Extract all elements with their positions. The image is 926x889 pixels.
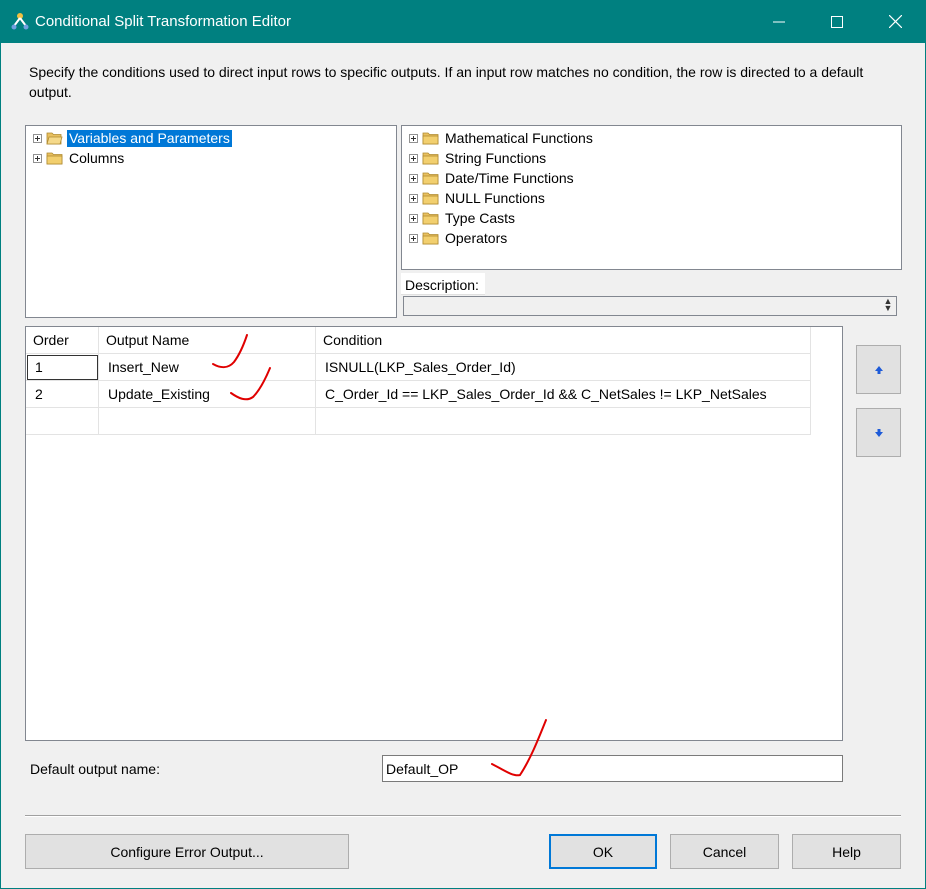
tree-item-label: String Functions: [445, 149, 547, 166]
minimize-icon: [773, 21, 785, 22]
grid-header-row: Order Output Name Condition: [26, 327, 811, 354]
cell-order[interactable]: 2: [26, 380, 99, 408]
move-up-button[interactable]: [856, 345, 901, 394]
tree-item-operators[interactable]: Operators: [409, 229, 509, 247]
plus-expander-icon[interactable]: [409, 213, 418, 223]
default-output-input[interactable]: [382, 755, 843, 782]
folder-icon: [422, 212, 439, 225]
description-label: Description:: [401, 273, 485, 295]
conditional-split-icon: [11, 13, 29, 30]
tree-item-label: Date/Time Functions: [445, 169, 574, 186]
plus-expander-icon[interactable]: [409, 233, 418, 243]
arrow-up-icon: [874, 365, 883, 374]
close-button[interactable]: [866, 0, 924, 43]
folder-icon: [46, 152, 63, 165]
plus-expander-icon[interactable]: [33, 133, 42, 143]
cell-condition[interactable]: ISNULL(LKP_Sales_Order_Id): [315, 353, 811, 381]
move-down-button[interactable]: [856, 408, 901, 457]
window-frame-left: [0, 43, 1, 889]
table-row[interactable]: 1 Insert_New ISNULL(LKP_Sales_Order_Id): [26, 353, 811, 381]
tree-item-mathematical-functions[interactable]: Mathematical Functions: [409, 129, 595, 147]
plus-expander-icon[interactable]: [409, 153, 418, 163]
cell-output-name[interactable]: Update_Existing: [98, 380, 316, 408]
tree-item-type-casts[interactable]: Type Casts: [409, 209, 517, 227]
instructions-text: Specify the conditions used to direct in…: [29, 64, 864, 100]
close-icon: [888, 15, 902, 28]
maximize-icon: [831, 15, 843, 28]
cell-output-name[interactable]: Insert_New: [98, 353, 316, 381]
scroll-spinner-icon[interactable]: ▲ ▼: [882, 297, 894, 314]
cell-order[interactable]: 1: [26, 353, 99, 381]
cell-condition[interactable]: C_Order_Id == LKP_Sales_Order_Id && C_Ne…: [315, 380, 811, 408]
tree-item-label: NULL Functions: [445, 189, 545, 206]
plus-expander-icon[interactable]: [33, 153, 42, 163]
tree-item-label: Mathematical Functions: [445, 129, 593, 146]
tree-item-columns[interactable]: Columns: [33, 149, 126, 167]
folder-icon: [422, 232, 439, 245]
configure-error-output-button[interactable]: Configure Error Output...: [25, 834, 349, 869]
tree-item-label: Variables and Parameters: [67, 129, 232, 147]
cell-output-name[interactable]: [98, 407, 316, 435]
column-header-condition[interactable]: Condition: [315, 327, 811, 354]
plus-expander-icon[interactable]: [409, 173, 418, 183]
cell-condition[interactable]: [315, 407, 811, 435]
tree-item-date-time-functions[interactable]: Date/Time Functions: [409, 169, 576, 187]
description-box[interactable]: ▲ ▼: [403, 296, 897, 316]
open-folder-icon: [46, 132, 63, 145]
plus-expander-icon[interactable]: [409, 193, 418, 203]
title-bar: Conditional Split Transformation Editor: [0, 0, 926, 43]
column-header-order[interactable]: Order: [26, 327, 99, 354]
cancel-button[interactable]: Cancel: [670, 834, 779, 869]
tree-item-string-functions[interactable]: String Functions: [409, 149, 548, 167]
cell-order[interactable]: [26, 407, 99, 435]
window-title: Conditional Split Transformation Editor: [35, 13, 291, 30]
table-row[interactable]: 2 Update_Existing C_Order_Id == LKP_Sale…: [26, 380, 811, 408]
maximize-button[interactable]: [808, 0, 866, 43]
tree-item-variables-and-parameters[interactable]: Variables and Parameters: [33, 129, 232, 147]
tree-item-label: Operators: [445, 229, 508, 246]
arrow-down-icon: [874, 428, 883, 437]
plus-expander-icon[interactable]: [409, 133, 418, 143]
default-output-label: Default output name:: [30, 761, 160, 777]
column-header-output-name[interactable]: Output Name: [98, 327, 316, 354]
conditions-grid[interactable]: Order Output Name Condition 1 Insert_New…: [25, 326, 843, 741]
variables-columns-tree[interactable]: Variables and Parameters Columns: [25, 125, 397, 318]
folder-icon: [422, 192, 439, 205]
folder-icon: [422, 152, 439, 165]
tree-item-null-functions[interactable]: NULL Functions: [409, 189, 547, 207]
help-button[interactable]: Help: [792, 834, 901, 869]
folder-icon: [422, 132, 439, 145]
conditions-table: Order Output Name Condition 1 Insert_New…: [26, 327, 811, 435]
table-row-empty[interactable]: [26, 407, 811, 435]
minimize-button[interactable]: [750, 0, 808, 43]
functions-tree[interactable]: Mathematical Functions String Functions …: [401, 125, 902, 270]
tree-item-label: Type Casts: [445, 209, 516, 226]
tree-item-label: Columns: [69, 149, 125, 166]
ok-button[interactable]: OK: [549, 834, 657, 869]
divider: [25, 815, 901, 817]
folder-icon: [422, 172, 439, 185]
